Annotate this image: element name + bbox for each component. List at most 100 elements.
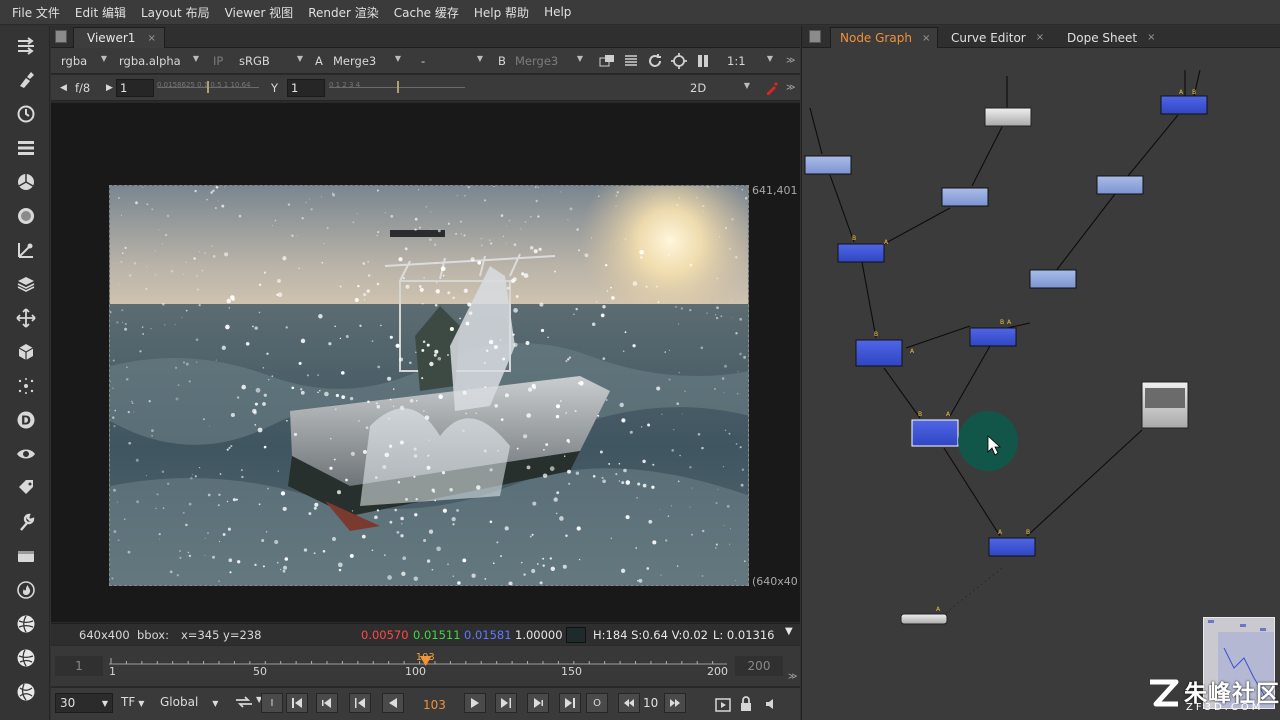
tab-curve-editor[interactable]: Curve Editor × <box>942 27 1054 48</box>
prev-keyframe-button[interactable] <box>316 693 338 713</box>
gain-slider-thumb[interactable] <box>207 81 209 93</box>
gain-field[interactable]: 1 <box>116 79 154 97</box>
gamma-field[interactable]: 1 <box>287 79 325 97</box>
metadata-tag-icon[interactable] <box>14 476 38 500</box>
audio-scrub-icon[interactable] <box>763 695 779 713</box>
zoom-dropdown[interactable]: 1:1 ▼ <box>721 52 777 70</box>
color-picker-icon[interactable] <box>765 79 779 97</box>
menu-render[interactable]: Render 渲染 <box>308 4 379 21</box>
pane-menu-handle[interactable] <box>55 30 67 43</box>
3d-cube-icon[interactable] <box>14 340 38 364</box>
other-icon[interactable] <box>14 544 38 568</box>
deep-icon[interactable]: D <box>14 408 38 432</box>
channel-stack-icon[interactable] <box>14 136 38 160</box>
node-grade-left[interactable] <box>804 155 852 175</box>
close-icon[interactable]: × <box>922 33 930 44</box>
ip-toggle[interactable]: IP <box>213 52 223 70</box>
node-grade-mid[interactable] <box>941 187 989 207</box>
transform-move-icon[interactable] <box>14 306 38 330</box>
cara-sphere-icon[interactable] <box>14 646 38 670</box>
ocula-sphere-icon[interactable] <box>14 612 38 636</box>
skip-back-increment-button[interactable] <box>618 693 640 713</box>
menu-layout[interactable]: Layout 布局 <box>141 4 210 21</box>
skip-forward-increment-button[interactable] <box>664 693 686 713</box>
out-point-button[interactable]: O <box>586 693 608 713</box>
first-frame-button[interactable] <box>286 693 308 713</box>
play-forward-button[interactable] <box>464 693 486 713</box>
roi-target-icon[interactable] <box>671 52 687 70</box>
close-icon[interactable]: × <box>147 33 155 44</box>
input-a-dropdown[interactable]: Merge3 ▼ <box>327 52 405 70</box>
list-icon[interactable] <box>623 52 639 70</box>
node-grade-lower[interactable] <box>1029 269 1077 289</box>
in-frame-field[interactable]: 1 <box>55 656 103 676</box>
in-point-button[interactable]: I <box>261 693 283 713</box>
merge-layers-icon[interactable] <box>14 272 38 296</box>
prev-frame-button[interactable] <box>349 693 371 713</box>
node-graph-canvas[interactable]: BA BA BA BA AB AB A <box>802 48 1280 720</box>
clock-time-icon[interactable] <box>14 102 38 126</box>
view-eye-icon[interactable] <box>14 442 38 466</box>
keyer-icon[interactable] <box>14 238 38 262</box>
node-merge-top-right[interactable] <box>1160 95 1208 115</box>
refresh-icon[interactable] <box>647 52 663 70</box>
view-mode-dropdown[interactable]: 2D ▼ <box>684 79 754 97</box>
node-merge-2[interactable] <box>855 339 903 367</box>
node-merge-3-input[interactable] <box>969 327 1017 347</box>
color-wheel-icon[interactable] <box>14 170 38 194</box>
last-frame-button[interactable] <box>559 693 581 713</box>
colorspace-dropdown[interactable]: sRGB ▼ <box>233 52 307 70</box>
node-grade-right[interactable] <box>1096 175 1144 195</box>
node-merge3-selected[interactable] <box>911 419 959 447</box>
toolsets-wrench-icon[interactable] <box>14 510 38 534</box>
tab-viewer1[interactable]: Viewer1 × <box>73 27 165 48</box>
paint-brush-icon[interactable] <box>14 68 38 92</box>
play-backward-button[interactable] <box>382 693 404 713</box>
tab-dope-sheet[interactable]: Dope Sheet × <box>1058 27 1162 48</box>
particles-icon[interactable] <box>14 374 38 398</box>
channels-dropdown[interactable]: rgba ▼ <box>55 52 111 70</box>
pause-icon[interactable] <box>696 52 710 70</box>
playback-mode-loop-icon[interactable]: ▼ <box>234 695 262 712</box>
menu-help-cn[interactable]: Help 帮助 <box>474 4 529 21</box>
close-icon[interactable]: × <box>1147 32 1155 43</box>
flipbook-play-icon[interactable] <box>715 696 731 714</box>
frame-increment-field[interactable]: 10 <box>640 693 662 713</box>
fstop-left-arrow-icon[interactable]: ◀ <box>60 79 67 97</box>
frame-range-scope-dropdown[interactable]: Global ▼ <box>160 695 218 709</box>
viewer-viewport[interactable]: 641,401 (640x40 <box>51 103 800 622</box>
node-read-top[interactable] <box>984 107 1032 127</box>
close-icon[interactable]: × <box>1036 32 1044 43</box>
node-merge-1[interactable] <box>837 243 885 263</box>
row2-expand-chevron-icon[interactable]: ≫ <box>786 79 795 97</box>
next-keyframe-button[interactable] <box>527 693 549 713</box>
filter-icon[interactable] <box>14 204 38 228</box>
menu-viewer[interactable]: Viewer 视图 <box>225 4 294 21</box>
alpha-channel-dropdown[interactable]: rgba.alpha ▼ <box>113 52 203 70</box>
graph-pane-menu-handle[interactable] <box>809 30 821 43</box>
compare-op-dropdown[interactable]: - ▼ <box>415 52 487 70</box>
menu-help[interactable]: Help <box>544 5 571 19</box>
input-output-icon[interactable] <box>14 34 38 58</box>
next-frame-button[interactable] <box>495 693 517 713</box>
furnace-icon[interactable] <box>14 578 38 602</box>
timeline-expand-chevron-icon[interactable]: ≫ <box>788 672 797 682</box>
row-expand-chevron-icon[interactable]: ≫ <box>786 52 795 70</box>
timecode-mode-dropdown[interactable]: TF ▼ <box>121 695 144 709</box>
info-dropdown-arrow-icon[interactable]: ▼ <box>785 626 793 637</box>
node-merge-bottom[interactable] <box>988 537 1036 557</box>
tab-node-graph[interactable]: Node Graph × <box>830 27 938 48</box>
fstop-right-arrow-icon[interactable]: ▶ <box>106 79 113 97</box>
fstop-label[interactable]: f/8 <box>75 79 90 97</box>
node-dot-bottom[interactable] <box>900 613 948 625</box>
menu-edit[interactable]: Edit 编辑 <box>75 4 126 21</box>
nuke-x-icon[interactable] <box>14 680 38 704</box>
fps-field[interactable]: 30 ▼ <box>55 693 113 713</box>
gamma-slider-thumb[interactable] <box>397 81 399 93</box>
out-frame-field[interactable]: 200 <box>735 656 783 676</box>
wipe-overlay-icon[interactable] <box>599 52 615 70</box>
input-b-dropdown[interactable]: Merge3 ▼ <box>509 52 587 70</box>
menu-cache[interactable]: Cache 缓存 <box>394 4 459 21</box>
lock-icon[interactable] <box>739 695 753 713</box>
current-frame-field[interactable]: 103 <box>423 696 446 714</box>
